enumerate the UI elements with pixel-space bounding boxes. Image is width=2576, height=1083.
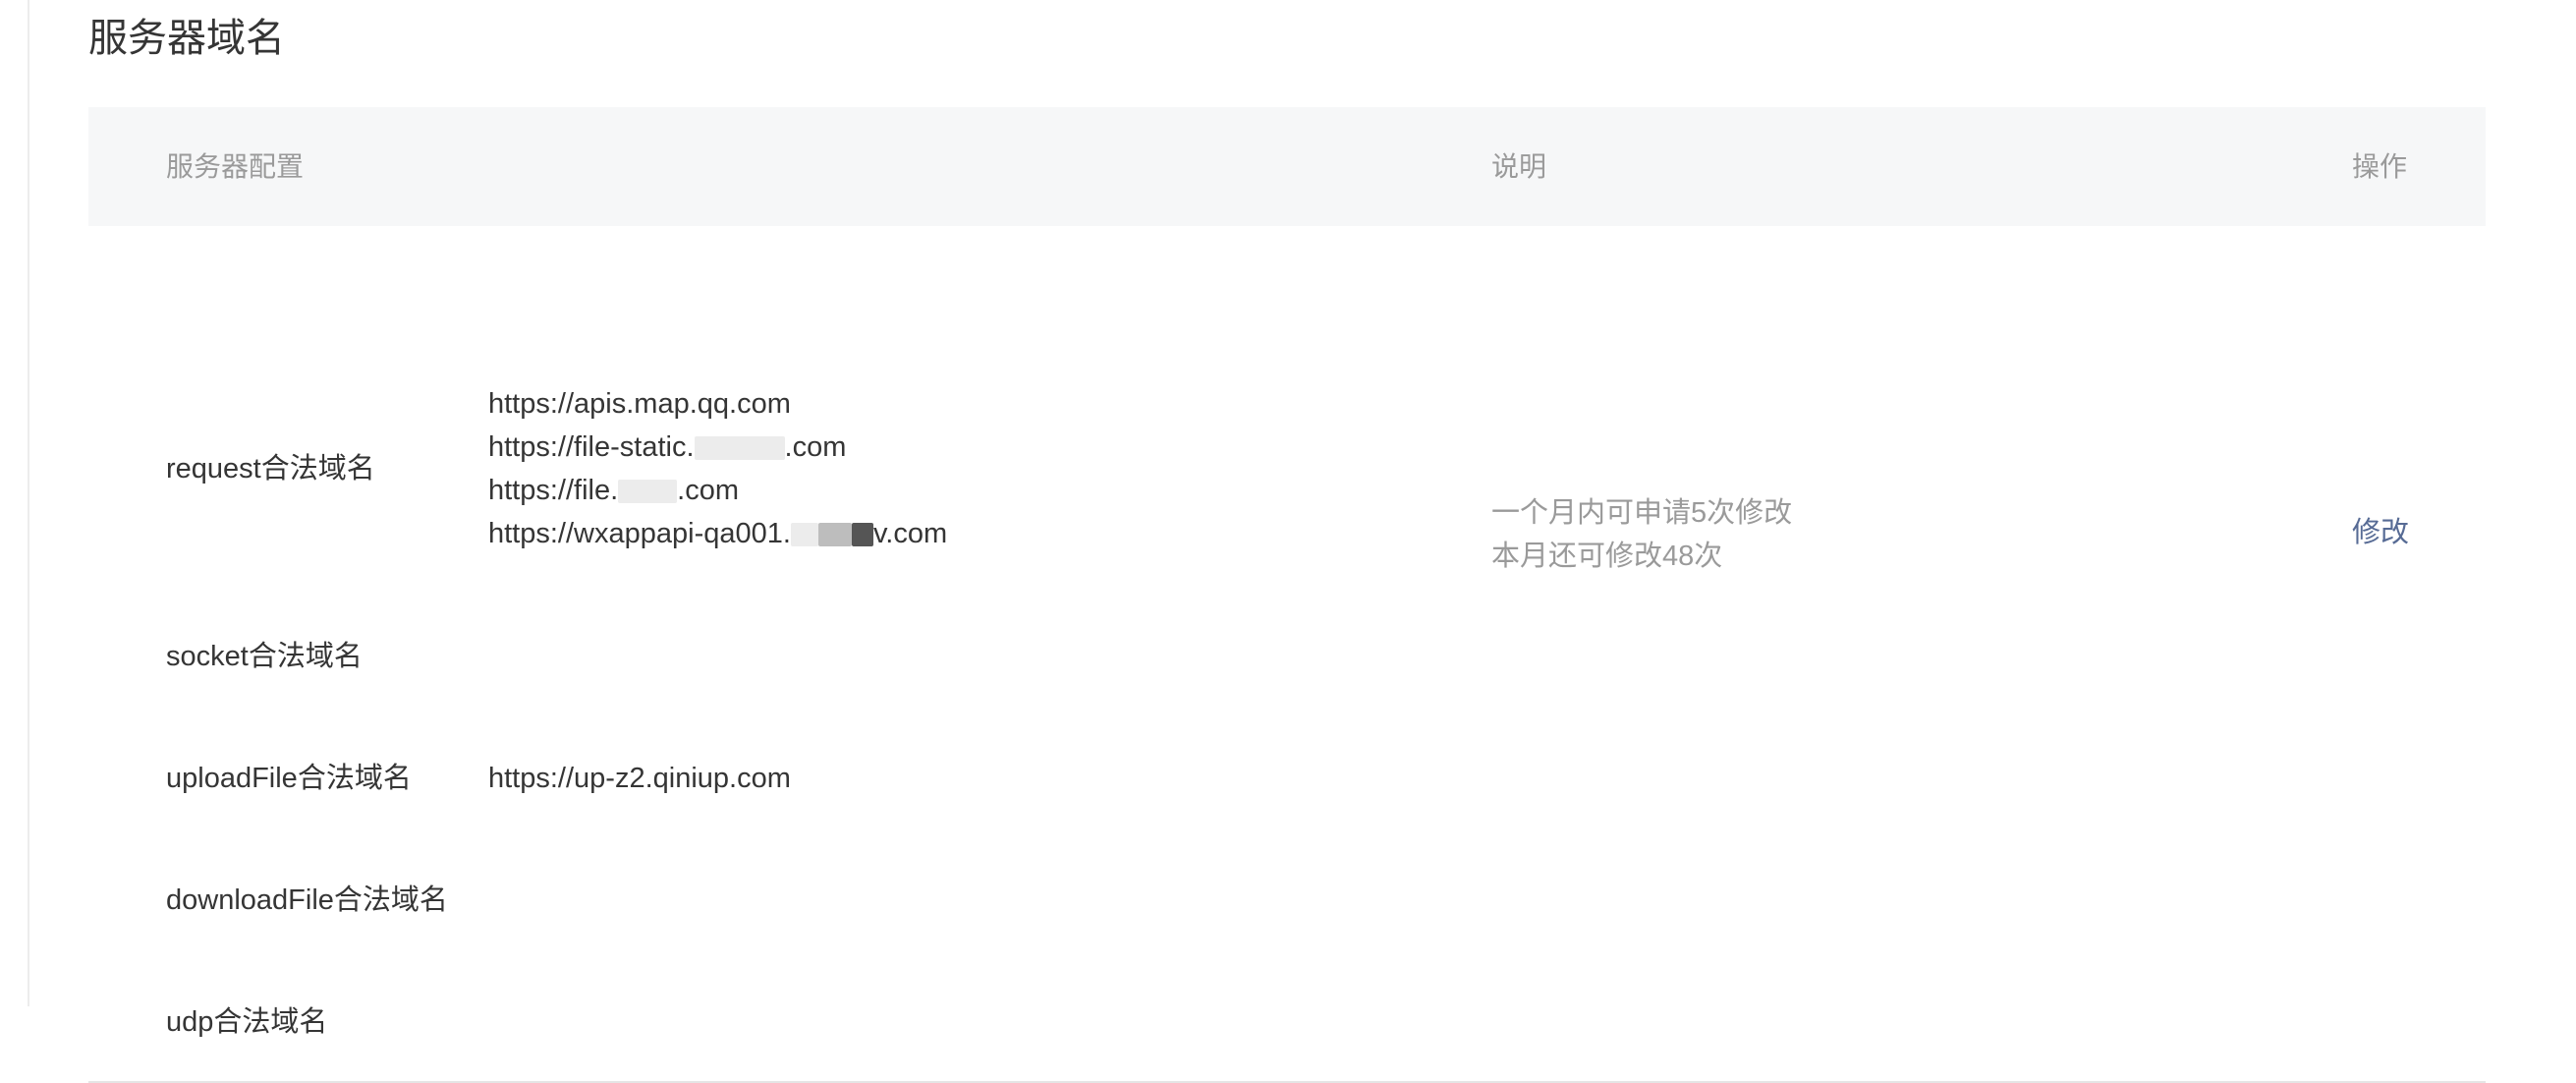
header-operation: 操作 bbox=[2352, 151, 2408, 182]
table-header: 服务器配置 说明 操作 bbox=[88, 107, 2486, 226]
redacted-mask bbox=[817, 523, 852, 547]
request-domain-url: https://file-static. .com bbox=[488, 426, 947, 469]
url-suffix: .com bbox=[677, 475, 740, 506]
request-domain-url: https://apis.map.qq.com bbox=[488, 382, 947, 426]
redacted-mask bbox=[790, 523, 818, 547]
description-remaining-count: 本月还可修改48次 bbox=[1491, 541, 1723, 572]
header-server-config: 服务器配置 bbox=[166, 151, 305, 182]
url-text: https://file-static. bbox=[488, 431, 695, 463]
request-domain-list: https://apis.map.qq.com https://file-sta… bbox=[488, 382, 947, 555]
description-monthly-limit: 一个月内可申请5次修改 bbox=[1491, 497, 1793, 529]
url-text: https://file. bbox=[488, 475, 619, 506]
url-text: https://up-z2.qiniup.com bbox=[488, 763, 791, 794]
request-domain-url: https://wxappapi-qa001. v.com bbox=[488, 512, 947, 555]
row-label-socket: socket合法域名 bbox=[166, 641, 363, 672]
section-title: 服务器域名 bbox=[88, 17, 285, 60]
row-label-uploadfile: uploadFile合法域名 bbox=[166, 763, 412, 794]
row-label-downloadfile: downloadFile合法域名 bbox=[166, 884, 448, 916]
header-description: 说明 bbox=[1491, 151, 1547, 182]
row-label-request: request合法域名 bbox=[166, 453, 375, 484]
modify-domain-link[interactable]: 修改 bbox=[2352, 511, 2409, 554]
url-text: https://wxappapi-qa001. bbox=[488, 518, 791, 549]
page-left-border bbox=[28, 0, 29, 1006]
request-domain-url: https://file. .com bbox=[488, 469, 947, 512]
uploadfile-domain-list: https://up-z2.qiniup.com bbox=[488, 757, 791, 800]
row-label-udp: udp合法域名 bbox=[166, 1006, 328, 1038]
server-domain-table: 服务器配置 说明 操作 request合法域名 https://apis.map… bbox=[88, 107, 2486, 1083]
redacted-mask bbox=[851, 523, 873, 547]
url-suffix: .com bbox=[784, 431, 847, 463]
redacted-mask bbox=[694, 436, 785, 461]
table-body: request合法域名 https://apis.map.qq.com http… bbox=[88, 226, 2486, 1083]
uploadfile-domain-url: https://up-z2.qiniup.com bbox=[488, 757, 791, 800]
url-text: https://apis.map.qq.com bbox=[488, 388, 791, 420]
redacted-mask bbox=[618, 480, 678, 504]
url-suffix: v.com bbox=[872, 518, 948, 549]
modification-description: 一个月内可申请5次修改 本月还可修改48次 bbox=[1491, 491, 1792, 578]
